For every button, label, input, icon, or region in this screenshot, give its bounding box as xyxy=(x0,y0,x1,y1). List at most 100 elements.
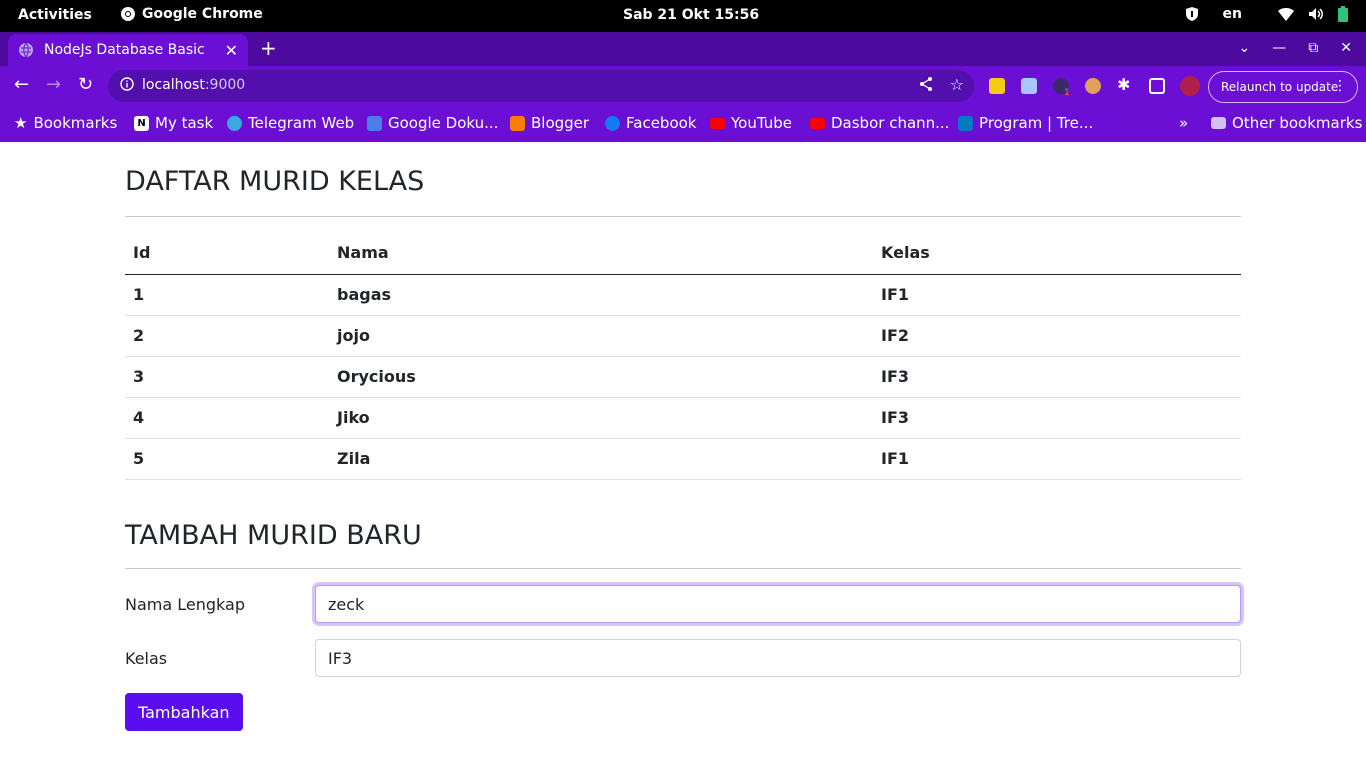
column-header-id: Id xyxy=(125,232,329,275)
cell-nama: Orycious xyxy=(329,356,873,398)
cookie-extension-icon[interactable] xyxy=(1085,78,1101,94)
folder-icon xyxy=(1211,117,1226,129)
bookmark-label: My task xyxy=(155,114,214,132)
cell-kelas: IF1 xyxy=(873,438,1241,480)
table-row: 3 Orycious IF3 xyxy=(125,356,1241,398)
cell-nama: bagas xyxy=(329,274,873,316)
back-icon[interactable]: ← xyxy=(14,76,29,94)
page-title-list: DAFTAR MURID KELAS xyxy=(125,166,425,197)
cell-id: 1 xyxy=(125,274,329,316)
students-table: Id Nama Kelas 1 bagas IF1 2 jojo IF2 3 Orycio… xyxy=(125,232,1241,480)
reload-icon[interactable]: ↻ xyxy=(78,76,93,94)
relaunch-to-update-button[interactable]: Relaunch to update ⋮ xyxy=(1208,71,1358,103)
nama-lengkap-input[interactable] xyxy=(315,585,1241,623)
browser-toolbar: ← → ↻ localhost:9000 ☆ 1 ✱ Relaunch to u… xyxy=(0,66,1366,106)
app-menu[interactable]: Google Chrome xyxy=(120,6,263,22)
youtube-icon xyxy=(810,117,825,129)
shield-icon xyxy=(1185,7,1198,21)
bookmark-label: Dasbor chann... xyxy=(831,114,950,132)
divider xyxy=(125,216,1241,217)
cell-id: 4 xyxy=(125,397,329,439)
volume-icon xyxy=(1309,8,1323,20)
cell-kelas: IF3 xyxy=(873,356,1241,398)
cell-kelas: IF3 xyxy=(873,397,1241,439)
tab-strip: NodeJs Database Basic ✕ + ⌄ — ⧉ ✕ xyxy=(0,32,1366,66)
divider xyxy=(125,568,1241,569)
restore-icon[interactable]: ⧉ xyxy=(1308,40,1318,56)
cell-id: 3 xyxy=(125,356,329,398)
forward-icon[interactable]: → xyxy=(46,76,61,94)
bookmark-label: Program | Tre... xyxy=(979,114,1094,132)
column-header-kelas: Kelas xyxy=(873,232,1241,275)
bookmark-item[interactable]: ★ Bookmarks xyxy=(14,114,117,132)
menu-kebab-icon[interactable]: ⋮ xyxy=(1333,78,1347,94)
cell-nama: Jiko xyxy=(329,397,873,439)
app-name: Google Chrome xyxy=(142,6,263,22)
bookmark-item[interactable]: Facebook xyxy=(605,114,696,132)
nama-lengkap-label: Nama Lengkap xyxy=(125,595,245,614)
bookmark-label: YouTube xyxy=(731,114,792,132)
bookmark-item[interactable]: Blogger xyxy=(510,114,589,132)
table-row: 1 bagas IF1 xyxy=(125,274,1241,316)
bookmarks-bar: ★ Bookmarks N My task Telegram Web Google … xyxy=(0,106,1366,142)
address-bar[interactable]: localhost:9000 ☆ xyxy=(108,70,974,102)
notion-icon: N xyxy=(134,115,149,131)
chrome-icon xyxy=(121,7,135,21)
bookmark-label: Blogger xyxy=(531,114,590,132)
bookmark-item[interactable]: Program | Tre... xyxy=(958,114,1093,132)
bookmark-item[interactable]: Dasbor chann... xyxy=(810,114,949,132)
docs-extension-icon[interactable] xyxy=(1021,78,1037,94)
language-indicator[interactable]: en xyxy=(1223,6,1242,22)
google-docs-icon xyxy=(367,115,382,131)
cell-kelas: IF1 xyxy=(873,274,1241,316)
table-header-row: Id Nama Kelas xyxy=(125,232,1241,275)
kelas-input[interactable] xyxy=(315,639,1241,677)
bookmark-item[interactable]: YouTube xyxy=(710,114,792,132)
cell-kelas: IF2 xyxy=(873,315,1241,357)
more-bookmarks-chevron-icon[interactable]: » xyxy=(1179,114,1188,132)
tab-title: NodeJs Database Basic xyxy=(44,42,205,58)
facebook-icon xyxy=(605,115,620,131)
bookmark-label: Google Doku... xyxy=(388,114,499,132)
puzzle-extensions-icon[interactable]: ✱ xyxy=(1117,76,1130,94)
telegram-icon xyxy=(227,115,242,131)
table-row: 5 Zila IF1 xyxy=(125,438,1241,480)
info-icon[interactable] xyxy=(120,77,134,91)
bookmark-item[interactable]: Telegram Web xyxy=(227,114,354,132)
bookmark-label: Facebook xyxy=(626,114,697,132)
bookmark-label: Other bookmarks xyxy=(1232,114,1363,132)
clock[interactable]: Sab 21 Okt 15:56 xyxy=(623,7,759,23)
star-icon: ★ xyxy=(14,114,28,132)
bookmark-star-icon[interactable]: ☆ xyxy=(950,75,964,94)
close-window-icon[interactable]: ✕ xyxy=(1340,40,1352,56)
minimize-icon[interactable]: — xyxy=(1272,40,1286,56)
cell-id: 2 xyxy=(125,315,329,357)
bookmark-item[interactable]: N My task xyxy=(134,114,213,132)
new-tab-icon[interactable]: + xyxy=(260,38,277,58)
youtube-icon xyxy=(710,117,725,129)
bookmark-item[interactable]: Google Doku... xyxy=(367,114,498,132)
cell-id: 5 xyxy=(125,438,329,480)
page-title-form: TAMBAH MURID BARU xyxy=(125,520,422,551)
keep-extension-icon[interactable] xyxy=(989,78,1005,94)
close-tab-icon[interactable]: ✕ xyxy=(225,41,238,60)
tambahkan-button[interactable]: Tambahkan xyxy=(125,693,243,731)
cell-nama: Zila xyxy=(329,438,873,480)
system-tray[interactable]: en xyxy=(1185,6,1348,22)
bookmark-item[interactable]: Other bookmarks xyxy=(1211,114,1362,132)
relaunch-label: Relaunch to update xyxy=(1221,80,1339,94)
column-header-nama: Nama xyxy=(329,232,873,275)
activities-button[interactable]: Activities xyxy=(18,7,92,23)
url-host: localhost xyxy=(142,77,205,93)
tab-search-icon[interactable]: ⌄ xyxy=(1239,40,1251,56)
globe-icon xyxy=(19,42,33,58)
share-icon[interactable] xyxy=(918,76,934,92)
blogger-icon xyxy=(510,115,525,131)
table-row: 2 jojo IF2 xyxy=(125,315,1241,357)
url-text: localhost:9000 xyxy=(142,77,245,93)
browser-tab-active[interactable]: NodeJs Database Basic ✕ xyxy=(8,34,248,66)
side-panel-icon[interactable] xyxy=(1149,78,1165,94)
battery-icon xyxy=(1338,6,1348,22)
profile-avatar[interactable] xyxy=(1180,76,1200,96)
kelas-label: Kelas xyxy=(125,649,168,668)
